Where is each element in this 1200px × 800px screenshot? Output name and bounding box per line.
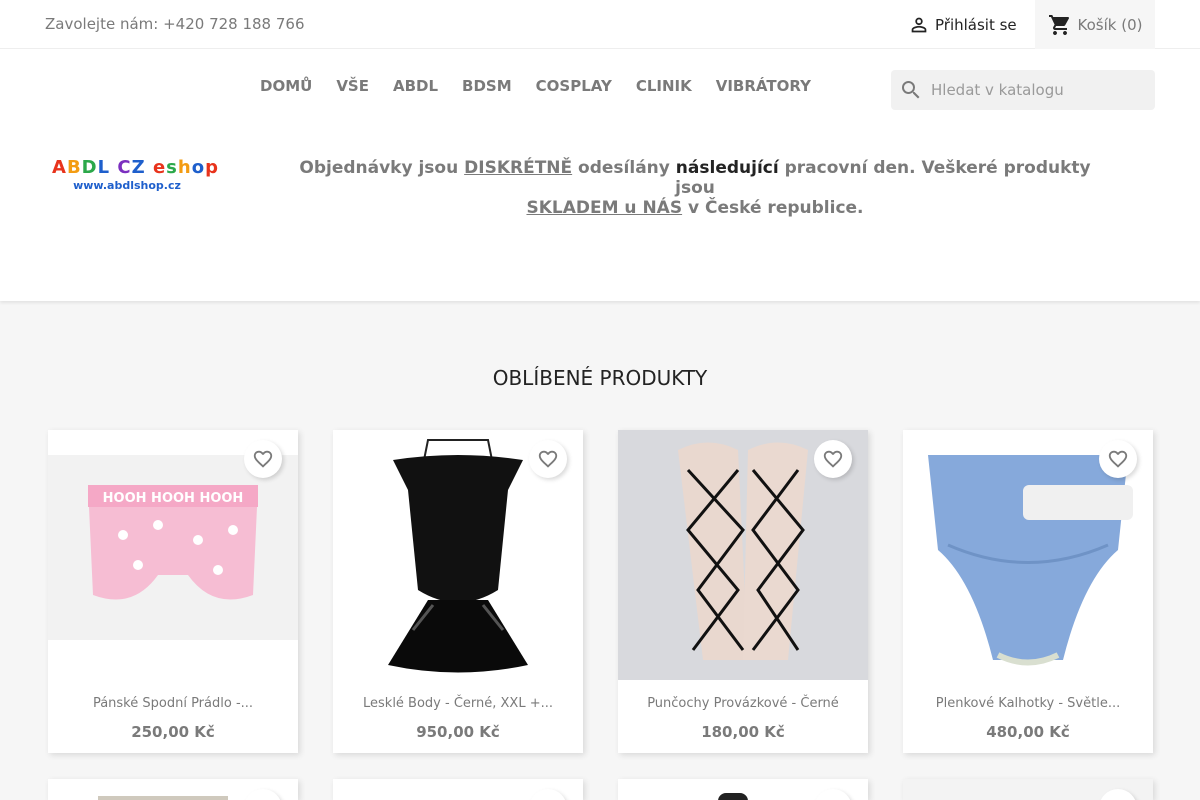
product-card[interactable]: Punčochy Provázkové - Černé 180,00 Kč [618,430,868,753]
section-title: OBLÍBENÉ PRODUKTY [492,366,708,390]
search-input[interactable] [931,81,1151,99]
svg-text:HOOH HOOH HOOH: HOOH HOOH HOOH [103,491,244,506]
nav-item-abdl[interactable]: ABDL [381,77,450,95]
heart-icon [823,450,843,468]
header: DOMŮ VŠE ABDL BDSM COSPLAY CLINIK VIBRÁT… [0,49,1200,301]
favorite-button[interactable] [1099,440,1137,478]
product-price: 180,00 Kč [701,723,785,741]
banner-link-stock[interactable]: SKLADEM u NÁS [526,198,682,218]
product-card[interactable]: HOOH HOOH HOOH Pánské Spodní Prádlo -...… [48,430,298,753]
banner-text-4: v České republice. [682,198,864,218]
banner-link-discreet[interactable]: DISKRÉTNĚ [464,158,572,178]
nav-item-cosplay[interactable]: COSPLAY [524,77,624,95]
heart-icon [538,450,558,468]
product-price: 950,00 Kč [416,723,500,741]
product-image[interactable] [718,793,748,800]
shipping-banner: Objednávky jsou DISKRÉTNĚ odesílány násl… [290,158,1100,218]
favorite-button[interactable] [814,789,852,800]
product-image[interactable] [98,796,228,800]
banner-text-2: odesílány [572,158,676,178]
banner-text-1: Objednávky jsou [299,158,465,178]
product-card[interactable] [48,779,298,800]
product-image[interactable] [618,430,868,680]
search-icon[interactable] [899,78,923,102]
nav-item-bdsm[interactable]: BDSM [450,77,524,95]
banner-text-next: následující [675,158,779,178]
product-price: 480,00 Kč [986,723,1070,741]
logo-url: www.abdlshop.cz [73,179,181,192]
product-card[interactable] [333,779,583,800]
product-card[interactable]: Lesklé Body - Černé, XXL +... 950,00 Kč [333,430,583,753]
signin-label: Přihlásit se [935,16,1017,34]
cart-label: Košík (0) [1077,15,1143,34]
top-bar: Zavolejte nám: +420 728 188 766 Přihlási… [0,0,1200,49]
cart-button[interactable]: Košík (0) [1035,0,1155,49]
product-title[interactable]: Lesklé Body - Černé, XXL +... [333,696,583,711]
product-card[interactable] [903,779,1153,800]
cart-icon [1048,14,1069,35]
product-image[interactable] [333,430,583,680]
product-title[interactable]: Plenkové Kalhotky - Světle... [903,696,1153,711]
product-card[interactable]: Plenkové Kalhotky - Světle... 480,00 Kč [903,430,1153,753]
favorite-button[interactable] [814,440,852,478]
favorite-button[interactable] [529,789,567,800]
nav-item-clinik[interactable]: CLINIK [624,77,704,95]
user-icon [911,17,927,33]
site-logo[interactable]: ABDL CZ eshop www.abdlshop.cz [52,157,219,197]
favorite-button[interactable] [244,440,282,478]
product-card[interactable] [618,779,868,800]
nav-item-home[interactable]: DOMŮ [248,77,324,95]
product-title[interactable]: Punčochy Provázkové - Černé [618,696,868,711]
favorite-button[interactable] [529,440,567,478]
heart-icon [1108,450,1128,468]
contact-phone: Zavolejte nám: +420 728 188 766 [45,15,305,33]
logo-text: ABDL CZ eshop [52,157,219,178]
product-title[interactable]: Pánské Spodní Prádlo -... [48,696,298,711]
nav-item-vibrators[interactable]: VIBRÁTORY [704,77,823,95]
product-price: 250,00 Kč [131,723,215,741]
main-nav: DOMŮ VŠE ABDL BDSM COSPLAY CLINIK VIBRÁT… [248,77,823,95]
search-box [891,70,1155,110]
product-image[interactable]: HOOH HOOH HOOH [48,430,298,680]
nav-item-all[interactable]: VŠE [324,77,381,95]
product-image[interactable] [903,430,1153,680]
favorite-button[interactable] [1099,789,1137,800]
heart-icon [253,450,273,468]
signin-link[interactable]: Přihlásit se [908,14,1017,36]
favorite-button[interactable] [244,789,282,800]
